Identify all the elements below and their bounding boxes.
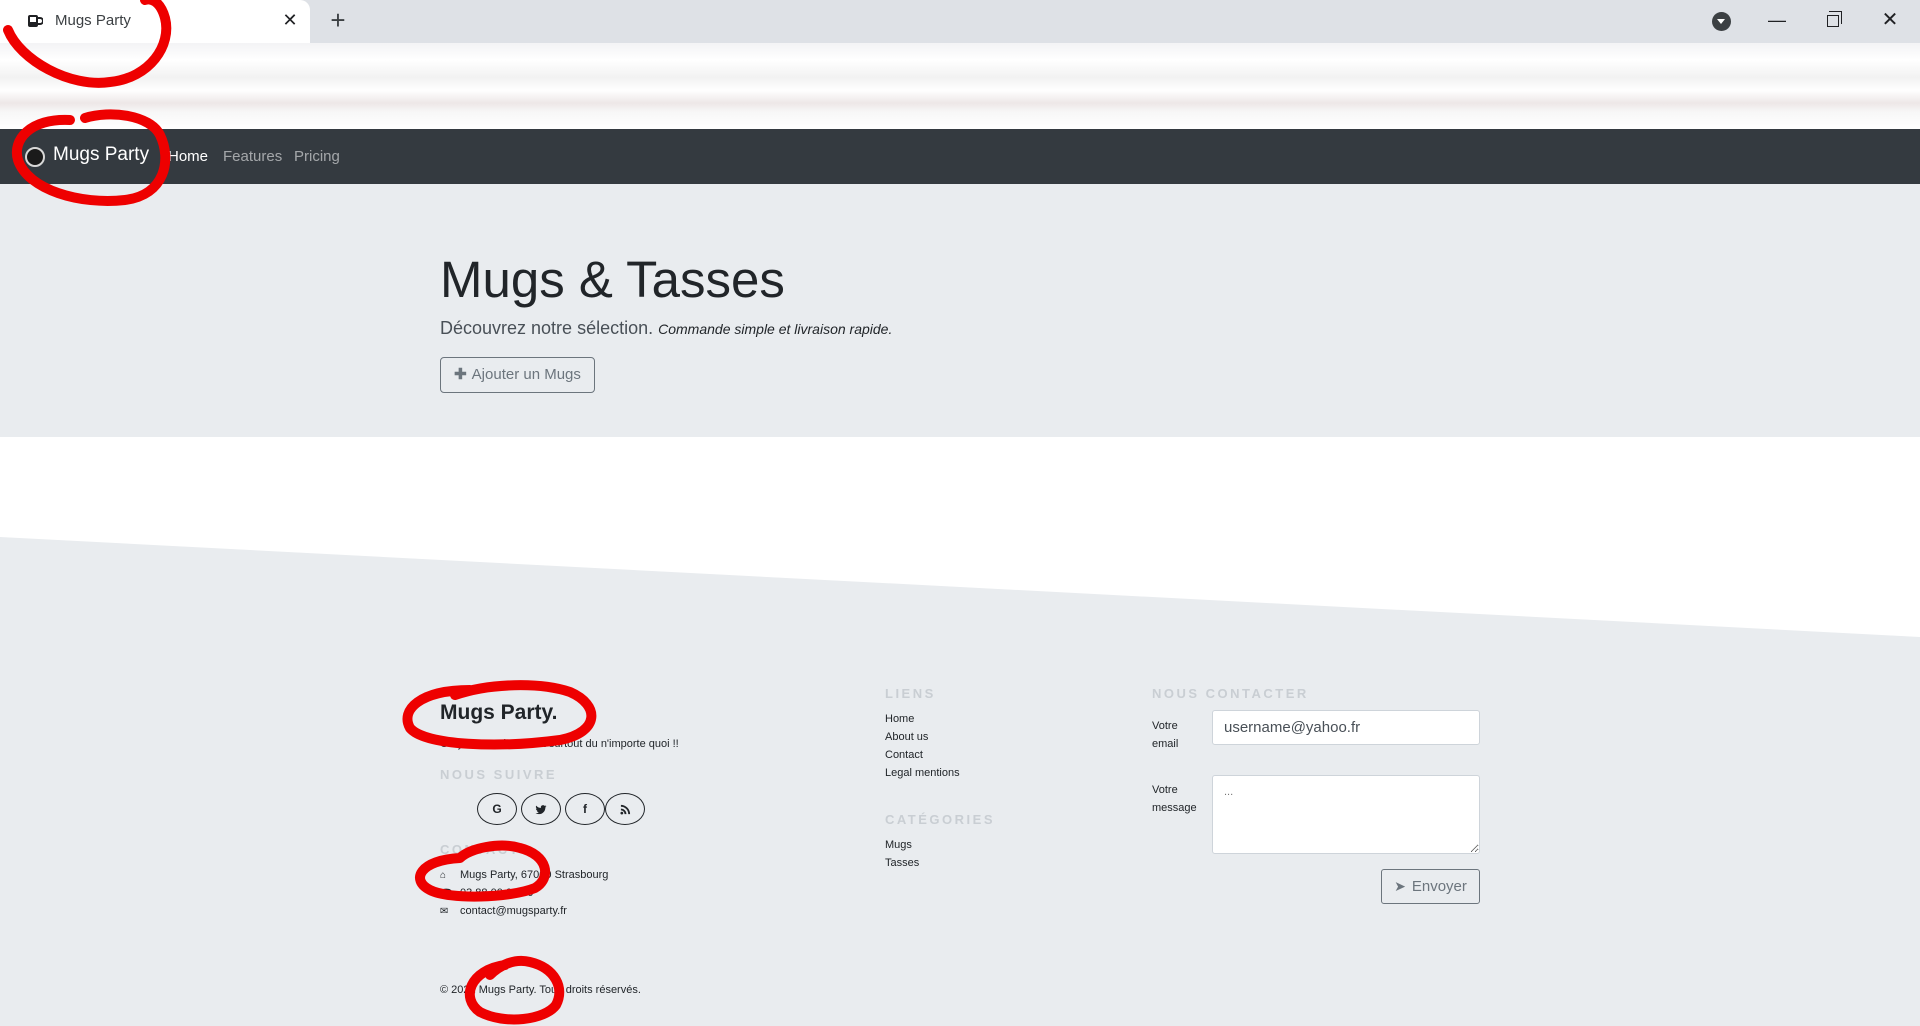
hero-lead-emphasis: Commande simple et livraison rapide.	[658, 321, 893, 337]
phone-icon: ☎	[440, 888, 453, 899]
mug-favicon-icon	[28, 15, 43, 27]
message-label: Votre message	[1152, 784, 1197, 814]
category-link-mugs[interactable]: Mugs	[885, 839, 912, 851]
footer-background	[0, 537, 1920, 1026]
send-label: Envoyer	[1411, 878, 1467, 895]
restore-button[interactable]	[1818, 6, 1848, 34]
contact-address-text: Mugs Party, 67000 Strasbourg	[460, 869, 609, 881]
hero-jumbotron: Mugs & Tasses Découvrez notre sélection.…	[0, 184, 1920, 437]
google-icon[interactable]: G	[477, 793, 517, 825]
add-mug-label: Ajouter un Mugs	[471, 366, 581, 383]
send-button[interactable]: ➤ Envoyer	[1381, 869, 1480, 904]
follow-heading: NOUS SUIVRE	[440, 767, 558, 782]
links-heading: LIENS	[885, 686, 936, 701]
navbar-brand[interactable]: Mugs Party	[53, 144, 149, 166]
contact-email: ✉ contact@mugsparty.fr	[440, 905, 567, 917]
restore-icon	[1827, 11, 1842, 27]
rss-icon[interactable]	[605, 793, 645, 825]
footer-tagline: On y trouve de tout et surtout du n'impo…	[440, 738, 679, 750]
window-close-button[interactable]: ✕	[1875, 6, 1905, 34]
hero-lead-text: Découvrez notre sélection.	[440, 318, 654, 338]
nav-link-home[interactable]: Home	[168, 148, 208, 165]
email-field[interactable]	[1212, 710, 1480, 745]
footer-link-contact[interactable]: Contact	[885, 749, 923, 761]
email-label: Votre email	[1152, 720, 1179, 750]
hero-lead: Découvrez notre sélection. Commande simp…	[440, 318, 892, 339]
hero-title: Mugs & Tasses	[440, 251, 785, 308]
tab-close-icon[interactable]: ✕	[279, 9, 301, 31]
blurred-address-bar	[0, 43, 1920, 129]
contact-form-heading: NOUS CONTACTER	[1152, 686, 1309, 701]
plus-icon: ✚	[454, 366, 467, 383]
minimize-button[interactable]: —	[1762, 6, 1792, 34]
contact-heading: CONTACT	[440, 842, 521, 857]
twitter-icon[interactable]	[521, 793, 561, 825]
nav-link-pricing[interactable]: Pricing	[294, 148, 340, 165]
envelope-icon: ✉	[440, 906, 449, 917]
paper-plane-icon: ➤	[1394, 878, 1406, 894]
contact-address: ⌂ Mugs Party, 67000 Strasbourg	[440, 869, 608, 881]
tab-title: Mugs Party	[55, 12, 131, 29]
add-mug-button[interactable]: ✚ Ajouter un Mugs	[440, 357, 595, 393]
footer-link-home[interactable]: Home	[885, 713, 914, 725]
message-field[interactable]	[1212, 775, 1480, 854]
contact-email-text[interactable]: contact@mugsparty.fr	[460, 905, 567, 917]
browser-tabstrip: Mugs Party ✕ + — ✕	[0, 0, 1920, 43]
copyright-text: © 2021 Mugs Party. Tous droits réservés.	[440, 984, 641, 996]
facebook-icon[interactable]: f	[565, 793, 605, 825]
contact-phone: ☎ 03 88 00 00 00	[440, 887, 533, 899]
brand-logo-icon	[25, 147, 45, 167]
rss-feed-icon	[619, 805, 630, 815]
footer-link-about[interactable]: About us	[885, 731, 928, 743]
footer-brand: Mugs Party.	[440, 701, 558, 724]
twitter-bird-icon	[535, 804, 547, 814]
nav-link-features[interactable]: Features	[223, 148, 282, 165]
footer-link-legal[interactable]: Legal mentions	[885, 767, 960, 779]
site-navbar: Mugs Party Home Features Pricing	[0, 129, 1920, 184]
contact-phone-text: 03 88 00 00 00	[460, 887, 534, 899]
tab-search-icon[interactable]	[1712, 12, 1731, 31]
categories-heading: CATÉGORIES	[885, 812, 995, 827]
category-link-tasses[interactable]: Tasses	[885, 857, 919, 869]
new-tab-button[interactable]: +	[326, 7, 350, 33]
home-icon: ⌂	[440, 870, 447, 881]
browser-tab[interactable]: Mugs Party ✕	[0, 0, 310, 43]
